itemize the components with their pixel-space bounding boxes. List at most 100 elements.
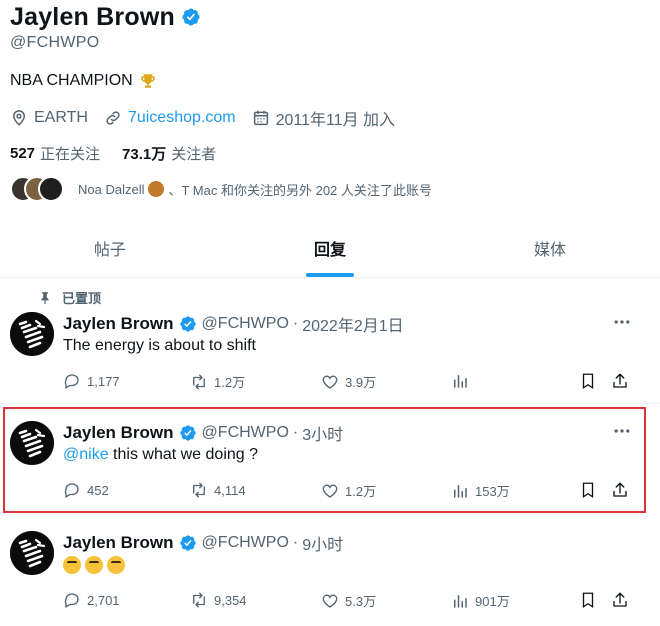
retweet-button[interactable]: 9,354 xyxy=(190,591,247,609)
bookmark-button[interactable] xyxy=(579,481,603,499)
more-button[interactable] xyxy=(608,421,636,441)
share-button[interactable] xyxy=(611,372,635,390)
followers-label[interactable]: 关注者 xyxy=(171,143,216,164)
avatar[interactable] xyxy=(10,421,54,465)
tweet-actions: 1,177 1.2万 3.9万 xyxy=(63,372,643,392)
retweet-button[interactable]: 1.2万 xyxy=(190,372,245,391)
share-icon xyxy=(613,373,627,388)
tweet-handle[interactable]: @FCHWPO xyxy=(202,424,289,442)
liberated-logo-icon xyxy=(10,312,54,356)
like-button[interactable]: 5.3万 xyxy=(321,591,376,610)
tab-replies[interactable]: 回复 xyxy=(220,218,440,277)
reply-button[interactable]: 1,177 xyxy=(63,372,120,390)
verified-badge-icon xyxy=(179,535,196,551)
like-count: 5.3万 xyxy=(345,594,377,609)
basketball-icon xyxy=(148,181,165,197)
tweet-author-name[interactable]: Jaylen Brown xyxy=(63,423,174,443)
views-chart-icon xyxy=(454,484,467,498)
bookmark-button[interactable] xyxy=(579,591,603,609)
bio-text: NBA CHAMPION xyxy=(10,72,133,89)
views-count: 901万 xyxy=(475,594,510,609)
liberated-logo-icon xyxy=(10,421,54,465)
website-item[interactable]: 7uiceshop.com xyxy=(104,109,236,127)
tab-replies-label: 回复 xyxy=(313,241,346,259)
bookmark-button[interactable] xyxy=(579,372,603,390)
tweet-actions: 2,701 9,354 5.3万 901万 xyxy=(63,591,643,611)
tweet-handle[interactable]: @FCHWPO xyxy=(202,534,289,552)
pinned-indicator: 已置顶 xyxy=(38,288,101,307)
heart-icon xyxy=(322,594,338,608)
tab-posts[interactable]: 帖子 xyxy=(0,218,220,277)
views-count: 153万 xyxy=(475,484,510,499)
share-button[interactable] xyxy=(611,591,635,609)
tweet-author-name[interactable]: Jaylen Brown xyxy=(63,314,174,334)
tweet-handle[interactable]: @FCHWPO xyxy=(202,315,289,333)
more-button[interactable] xyxy=(608,312,636,332)
views-button[interactable]: 153万 xyxy=(451,481,510,500)
reply-count: 1,177 xyxy=(87,373,120,389)
joined-item: 2011年11月 加入 xyxy=(252,106,395,130)
more-dots-icon xyxy=(614,429,630,433)
retweet-count: 4,114 xyxy=(214,482,246,498)
tweet-mention-link[interactable]: @nike xyxy=(63,446,109,463)
tab-posts-label: 帖子 xyxy=(93,241,126,259)
liberated-logo-icon xyxy=(10,531,54,575)
tweet-text: The energy is about to shift xyxy=(63,337,256,354)
tweet-author-name[interactable]: Jaylen Brown xyxy=(63,533,174,553)
followers-count[interactable]: 73.1万 xyxy=(122,143,166,164)
tweet-dot: · xyxy=(292,424,299,441)
like-button[interactable]: 3.9万 xyxy=(321,372,376,391)
share-icon xyxy=(613,592,627,607)
like-count: 3.9万 xyxy=(345,375,377,390)
like-button[interactable]: 1.2万 xyxy=(321,481,376,500)
location-text: EARTH xyxy=(34,109,88,126)
mutual-text-b: 、T Mac 和你关注的另外 202 人关注了此账号 xyxy=(168,182,432,198)
calendar-icon xyxy=(253,110,268,126)
views-button[interactable] xyxy=(451,372,475,390)
tab-media[interactable]: 媒体 xyxy=(440,218,660,277)
views-button[interactable]: 901万 xyxy=(451,591,510,610)
monocle-emoji-icon xyxy=(63,556,81,574)
reply-icon xyxy=(64,483,79,498)
tweet-time[interactable]: 2022年2月1日 xyxy=(302,312,403,336)
retweet-button[interactable]: 4,114 xyxy=(190,481,246,499)
reply-button[interactable]: 452 xyxy=(63,481,109,499)
reply-icon xyxy=(64,593,79,608)
website-link[interactable]: 7uiceshop.com xyxy=(128,109,236,127)
tweet-text: @nike this what we doing ? xyxy=(63,446,258,464)
follow-stats: 527 正在关注 73.1万 关注者 xyxy=(10,143,238,164)
reply-icon xyxy=(64,374,79,389)
tweet-emoji-text xyxy=(63,556,129,574)
share-button[interactable] xyxy=(611,481,635,499)
location-item: EARTH xyxy=(10,109,88,127)
verified-badge-icon xyxy=(179,316,196,332)
following-label[interactable]: 正在关注 xyxy=(40,143,100,164)
profile-tabs: 帖子 回复 媒体 xyxy=(0,218,660,278)
bookmark-icon xyxy=(582,373,594,390)
tweet-time[interactable]: 3小时 xyxy=(302,421,343,445)
avatar[interactable] xyxy=(10,531,54,575)
pin-icon xyxy=(41,291,49,304)
reply-count: 452 xyxy=(87,482,109,498)
tweet-dot: · xyxy=(292,315,299,332)
more-dots-icon xyxy=(614,320,630,324)
tweet-text-body: this what we doing ? xyxy=(108,446,259,463)
retweet-icon xyxy=(193,374,205,389)
heart-icon xyxy=(322,375,338,389)
following-count[interactable]: 527 xyxy=(10,145,35,162)
profile-meta: EARTH 7uiceshop.com 2011年11月 加入 xyxy=(10,106,411,130)
bookmark-icon xyxy=(582,482,594,499)
location-pin-icon xyxy=(12,110,26,126)
joined-text: 2011年11月 加入 xyxy=(275,112,396,129)
heart-icon xyxy=(322,484,338,498)
pinned-label: 已置顶 xyxy=(62,291,102,306)
avatar xyxy=(38,176,64,202)
views-chart-icon xyxy=(454,375,467,388)
avatar[interactable] xyxy=(10,312,54,356)
monocle-emoji-icon xyxy=(85,556,103,574)
tweet-time[interactable]: 9小时 xyxy=(302,531,343,555)
mutual-followers[interactable]: Noa Dalzell 、T Mac 和你关注的另外 202 人关注了此账号 xyxy=(10,174,432,204)
profile-name-row: Jaylen Brown xyxy=(10,2,201,32)
mutual-name-a: Noa Dalzell xyxy=(78,181,145,197)
reply-button[interactable]: 2,701 xyxy=(63,591,120,609)
